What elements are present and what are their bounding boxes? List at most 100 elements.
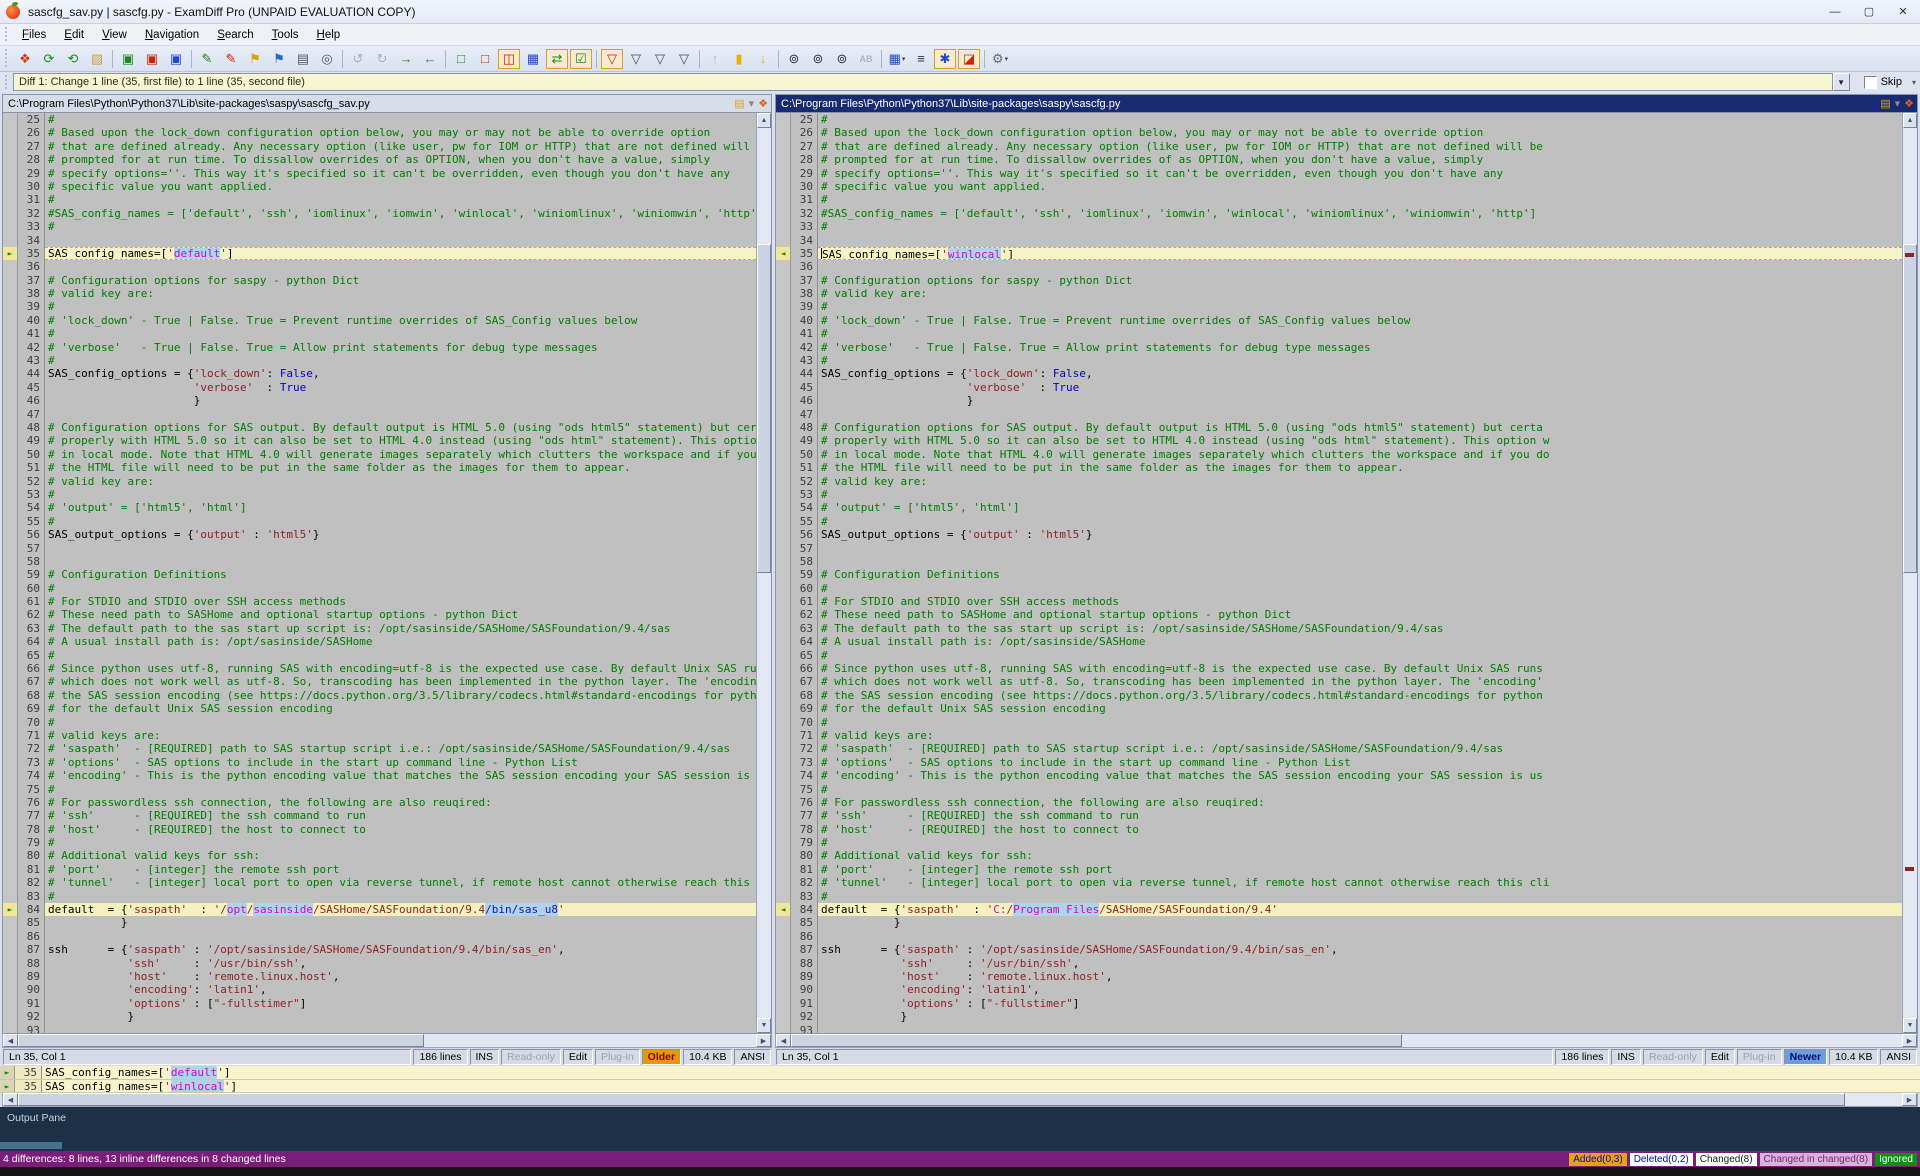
code-line[interactable]: 73# 'options' - SAS options to include i… bbox=[776, 756, 1902, 769]
code-line[interactable]: 47 bbox=[776, 408, 1902, 421]
right-code-editor[interactable]: 25#26# Based upon the lock_down configur… bbox=[775, 112, 1918, 1034]
edit-second-icon[interactable]: ✎ bbox=[220, 49, 242, 69]
code-line[interactable]: 76# For passwordless ssh connection, the… bbox=[776, 796, 1902, 809]
scroll-up-icon[interactable]: ▲ bbox=[757, 113, 771, 128]
code-line[interactable]: 83# bbox=[776, 890, 1902, 903]
code-line[interactable]: 39# bbox=[3, 300, 756, 313]
synchronize-icon[interactable]: ⇄ bbox=[546, 49, 568, 69]
code-line[interactable]: 58 bbox=[3, 555, 756, 568]
code-line[interactable]: 45 'verbose' : True bbox=[3, 381, 756, 394]
code-line[interactable]: 48# Configuration options for SAS output… bbox=[776, 421, 1902, 434]
code-line[interactable]: 58 bbox=[776, 555, 1902, 568]
code-line[interactable]: 89 'host' : 'remote.linux.host', bbox=[776, 970, 1902, 983]
code-line[interactable]: 93 bbox=[3, 1024, 756, 1033]
code-line[interactable]: 42# 'verbose' - True | False. True = All… bbox=[3, 341, 756, 354]
last-diff-icon[interactable]: ↓ bbox=[752, 49, 774, 69]
copy-path-icon[interactable]: ▤ bbox=[1880, 97, 1890, 110]
code-line[interactable]: 60# bbox=[776, 582, 1902, 595]
scroll-right-icon[interactable]: ▶ bbox=[1902, 1093, 1917, 1106]
code-line[interactable]: 69# for the default Unix SAS session enc… bbox=[776, 702, 1902, 715]
code-line[interactable]: 70# bbox=[3, 716, 756, 729]
code-line[interactable]: 91 'options' : ["-fullstimer"] bbox=[776, 997, 1902, 1010]
code-line[interactable]: 67# which does not work well as utf-8. S… bbox=[3, 675, 756, 688]
left-horizontal-scrollbar[interactable]: ◀ ▶ bbox=[2, 1034, 772, 1048]
code-line[interactable]: 52# valid key are: bbox=[3, 475, 756, 488]
code-line[interactable]: 66# Since python uses utf-8, running SAS… bbox=[3, 662, 756, 675]
examdiff-file-icon[interactable]: ❖ bbox=[1904, 97, 1914, 110]
code-line[interactable]: 80# Additional valid keys for ssh: bbox=[776, 849, 1902, 862]
code-line[interactable]: 86 bbox=[776, 930, 1902, 943]
copy-path-icon[interactable]: ▤ bbox=[734, 97, 744, 110]
output-pane[interactable]: Output Pane bbox=[0, 1107, 1920, 1151]
code-line[interactable]: 25# bbox=[776, 113, 1902, 126]
find-next-icon[interactable]: ⊚ bbox=[807, 49, 829, 69]
left-code-editor[interactable]: 25#26# Based upon the lock_down configur… bbox=[2, 112, 772, 1034]
code-line[interactable]: 78# 'host' - [REQUIRED] the host to conn… bbox=[3, 823, 756, 836]
code-line[interactable]: 67# which does not work well as utf-8. S… bbox=[776, 675, 1902, 688]
left-pane-header[interactable]: C:\Program Files\Python\Python37\Lib\sit… bbox=[2, 94, 772, 112]
code-line[interactable]: 43# bbox=[776, 354, 1902, 367]
prev-difference-icon[interactable]: ← bbox=[419, 49, 441, 69]
next-difference-icon[interactable]: → bbox=[395, 49, 417, 69]
redo-icon[interactable]: ↻ bbox=[371, 49, 393, 69]
code-line[interactable]: 63# The default path to the sas start up… bbox=[776, 622, 1902, 635]
code-line[interactable]: 54# 'output' = ['html5', 'html'] bbox=[776, 501, 1902, 514]
code-line[interactable]: 52# valid key are: bbox=[776, 475, 1902, 488]
code-line[interactable]: 75# bbox=[3, 783, 756, 796]
print-icon[interactable]: ▤ bbox=[292, 49, 314, 69]
diff-snippet-row[interactable]: ►35SAS_config_names=['default'] bbox=[0, 1066, 1920, 1080]
code-line[interactable]: 86 bbox=[3, 930, 756, 943]
code-line[interactable]: 61# For STDIO and STDIO over SSH access … bbox=[3, 595, 756, 608]
code-line[interactable]: 68# the SAS session encoding (see https:… bbox=[776, 689, 1902, 702]
examdiff-file-icon[interactable]: ❖ bbox=[758, 97, 768, 110]
code-line[interactable]: 38# valid key are: bbox=[3, 287, 756, 300]
code-line[interactable]: 32#SAS_config_names = ['default', 'ssh',… bbox=[776, 207, 1902, 220]
code-line[interactable]: 71# valid keys are: bbox=[776, 729, 1902, 742]
code-line[interactable]: 59# Configuration Definitions bbox=[3, 568, 756, 581]
code-line[interactable]: 76# For passwordless ssh connection, the… bbox=[3, 796, 756, 809]
code-line[interactable]: 44SAS_config_options = {'lock_down': Fal… bbox=[3, 367, 756, 380]
code-line[interactable]: 55# bbox=[776, 515, 1902, 528]
code-line[interactable]: 33# bbox=[776, 220, 1902, 233]
code-line[interactable]: 77# 'ssh' - [REQUIRED] the ssh command t… bbox=[3, 809, 756, 822]
menu-help[interactable]: Help bbox=[308, 26, 350, 44]
scroll-down-icon[interactable]: ▼ bbox=[757, 1018, 771, 1033]
flag-second-icon[interactable]: ⚑ bbox=[268, 49, 290, 69]
code-line[interactable]: 70# bbox=[776, 716, 1902, 729]
compare-files-icon[interactable]: ❖ bbox=[14, 49, 36, 69]
code-line[interactable]: 62# These need path to SASHome and optio… bbox=[776, 608, 1902, 621]
right-pane-header[interactable]: C:\Program Files\Python\Python37\Lib\sit… bbox=[775, 94, 1918, 112]
show-changed-icon[interactable]: ◫ bbox=[498, 49, 520, 69]
code-line[interactable]: 65# bbox=[3, 649, 756, 662]
code-line[interactable]: 57 bbox=[776, 542, 1902, 555]
code-line[interactable]: 77# 'ssh' - [REQUIRED] the ssh command t… bbox=[776, 809, 1902, 822]
menu-navigation[interactable]: Navigation bbox=[136, 26, 208, 44]
code-line[interactable]: 40# 'lock_down' - True | False. True = P… bbox=[776, 314, 1902, 327]
code-line[interactable]: 74# 'encoding' - This is the python enco… bbox=[776, 769, 1902, 782]
code-line[interactable]: 41# bbox=[776, 327, 1902, 340]
first-diff-icon[interactable]: ↑ bbox=[704, 49, 726, 69]
code-line[interactable]: 82# 'tunnel' - [integer] local port to o… bbox=[776, 876, 1902, 889]
code-line[interactable]: 50# in local mode. Note that HTML 4.0 wi… bbox=[3, 448, 756, 461]
code-line[interactable]: 36 bbox=[776, 260, 1902, 273]
scroll-up-icon[interactable]: ▲ bbox=[1903, 113, 1917, 128]
find-in-files-icon[interactable]: ⊚ bbox=[831, 49, 853, 69]
scroll-left-icon[interactable]: ◀ bbox=[3, 1034, 18, 1047]
scroll-down-icon[interactable]: ▼ bbox=[1903, 1018, 1917, 1033]
show-added-icon[interactable]: □ bbox=[474, 49, 496, 69]
code-line[interactable]: 46 } bbox=[3, 394, 756, 407]
code-line[interactable]: 63# The default path to the sas start up… bbox=[3, 622, 756, 635]
search-icon[interactable]: ◎ bbox=[316, 49, 338, 69]
right-horizontal-scrollbar[interactable]: ◀ ▶ bbox=[775, 1034, 1918, 1048]
open-folder-icon[interactable]: ▨ bbox=[86, 49, 108, 69]
match-case-icon[interactable]: AB bbox=[855, 49, 877, 69]
code-line[interactable]: 49# properly with HTML 5.0 so it can als… bbox=[3, 434, 756, 447]
close-button[interactable]: ✕ bbox=[1886, 0, 1920, 23]
right-vertical-scrollbar[interactable]: ▲ ▼ bbox=[1902, 113, 1917, 1033]
editor-options-icon[interactable]: ◪ bbox=[958, 49, 980, 69]
code-line[interactable]: ◄84default = {'saspath' : 'C:/Program Fi… bbox=[776, 903, 1902, 916]
code-line[interactable]: 73# 'options' - SAS options to include i… bbox=[3, 756, 756, 769]
save-both-icon[interactable]: ▣ bbox=[165, 49, 187, 69]
code-line[interactable]: 28# prompted for at run time. To dissall… bbox=[776, 153, 1902, 166]
code-line[interactable]: 29# specify options=''. This way it's sp… bbox=[3, 167, 756, 180]
